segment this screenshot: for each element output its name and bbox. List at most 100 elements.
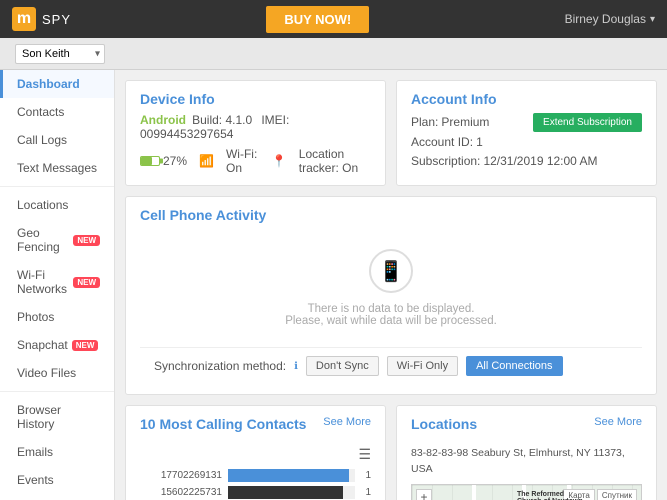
- phone-icon: 📱: [369, 249, 413, 293]
- bar-fill: [228, 486, 343, 499]
- battery-icon: [140, 156, 160, 166]
- bar-container: [228, 486, 355, 499]
- sync-label: Synchronization method:: [154, 359, 286, 373]
- account-id-value: 1: [476, 135, 483, 149]
- bar-chart: 177022691311156022257311197968718161: [140, 469, 371, 500]
- sync-option-dont-sync[interactable]: Don't Sync: [306, 356, 379, 376]
- buy-now-button[interactable]: BUY NOW!: [266, 6, 369, 33]
- map-controls: + −: [416, 489, 432, 500]
- bar-container: [228, 469, 355, 482]
- bar-label: 15602225731: [140, 487, 222, 498]
- hamburger-icon[interactable]: ☰: [140, 446, 371, 463]
- map-tab-satellite[interactable]: Спутник: [597, 489, 637, 500]
- sidebar-divider: [0, 391, 114, 392]
- cell-activity-title: Cell Phone Activity: [140, 207, 642, 223]
- device-info-details: Android Build: 4.1.0 IMEI: 0099445329765…: [140, 113, 371, 141]
- wifi-status: Wi-Fi: On: [226, 147, 260, 175]
- sidebar-item-locations[interactable]: Locations: [0, 191, 114, 219]
- subscription-date: 12/31/2019 12:00 AM: [483, 154, 597, 168]
- top-row: Device Info Android Build: 4.1.0 IMEI: 0…: [125, 80, 657, 186]
- device-info-card: Device Info Android Build: 4.1.0 IMEI: 0…: [125, 80, 386, 186]
- sidebar-label: Photos: [17, 310, 54, 324]
- location-icon: 📍: [272, 154, 287, 168]
- sync-bar: Synchronization method: ℹ Don't Sync Wi-…: [140, 347, 642, 384]
- bar-row: 17702269131 1: [140, 469, 371, 482]
- sync-option-all-connections[interactable]: All Connections: [466, 356, 562, 376]
- device-select-wrapper[interactable]: Son Keith: [15, 44, 105, 64]
- calling-contacts-card: 10 Most Calling Contacts See More ☰ 1770…: [125, 405, 386, 500]
- bar-value: 1: [365, 470, 371, 481]
- battery-pct: 27%: [163, 154, 187, 168]
- sidebar-label: Contacts: [17, 105, 64, 119]
- locations-header: Locations See More: [411, 416, 642, 438]
- main-content: Device Info Android Build: 4.1.0 IMEI: 0…: [115, 70, 667, 500]
- extend-subscription-button[interactable]: Extend Subscription: [533, 113, 642, 132]
- empty-message: There is no data to be displayed.: [160, 303, 622, 315]
- sidebar-item-text-messages[interactable]: Text Messages: [0, 154, 114, 182]
- sidebar-item-events[interactable]: Events: [0, 466, 114, 494]
- wifi-icon: 📶: [199, 154, 214, 168]
- sidebar-divider: [0, 186, 114, 187]
- bottom-row: 10 Most Calling Contacts See More ☰ 1770…: [125, 405, 657, 500]
- main-layout: Dashboard Contacts Call Logs Text Messag…: [0, 70, 667, 500]
- sidebar-item-block-websites[interactable]: Block Websites: [0, 494, 114, 500]
- calling-contacts-title: 10 Most Calling Contacts: [140, 416, 306, 432]
- account-id-label: Account ID:: [411, 135, 473, 149]
- imei-value: 00994453297654: [140, 127, 233, 141]
- device-select[interactable]: Son Keith: [15, 44, 105, 64]
- sidebar-label: Video Files: [17, 366, 76, 380]
- imei-label: IMEI:: [261, 113, 289, 127]
- bar-label: 17702269131: [140, 470, 222, 481]
- account-info-card: Account Info Extend Subscription Plan: P…: [396, 80, 657, 186]
- sidebar-label: Events: [17, 473, 54, 487]
- location-status: Location tracker: On: [299, 147, 371, 175]
- bar-row: 15602225731 1: [140, 486, 371, 499]
- sidebar-item-wifi-networks[interactable]: Wi-Fi Networks NEW: [0, 261, 114, 303]
- map-zoom-in-button[interactable]: +: [416, 489, 432, 500]
- user-menu[interactable]: Birney Douglas ▾: [565, 12, 655, 26]
- plan-label: Plan:: [411, 115, 438, 129]
- build-label: Build: 4.1.0: [192, 113, 252, 127]
- logo-icon: m: [12, 7, 36, 31]
- sync-option-wifi-only[interactable]: Wi-Fi Only: [387, 356, 458, 376]
- chevron-down-icon: ▾: [650, 14, 655, 25]
- activity-empty: 📱 There is no data to be displayed. Plea…: [140, 229, 642, 347]
- calling-contacts-see-more[interactable]: See More: [323, 416, 371, 428]
- sidebar-item-call-logs[interactable]: Call Logs: [0, 126, 114, 154]
- account-info-title: Account Info: [411, 91, 642, 107]
- map-road: [472, 485, 476, 500]
- map-label-church: The ReformedChurch of Newtown: [517, 491, 583, 500]
- sidebar-label: Locations: [17, 198, 68, 212]
- sidebar-label: Wi-Fi Networks: [17, 268, 69, 296]
- header: m SPY BUY NOW! Birney Douglas ▾: [0, 0, 667, 38]
- header-logo: m SPY: [12, 7, 71, 31]
- sync-info-icon[interactable]: ℹ: [294, 361, 298, 372]
- locations-title: Locations: [411, 416, 477, 432]
- sidebar-item-snapchat[interactable]: Snapchat NEW: [0, 331, 114, 359]
- sidebar-label: Browser History: [17, 403, 100, 431]
- map-container[interactable]: 📍 + − Карта Спутник The ReformedChurch o…: [411, 484, 642, 500]
- sidebar-item-dashboard[interactable]: Dashboard: [0, 70, 114, 98]
- sidebar-label: Geo Fencing: [17, 226, 69, 254]
- cell-activity-card: Cell Phone Activity 📱 There is no data t…: [125, 196, 657, 395]
- sidebar-item-browser-history[interactable]: Browser History: [0, 396, 114, 438]
- os-label: Android: [140, 113, 186, 127]
- sidebar-label: Snapchat: [17, 338, 68, 352]
- sidebar-item-contacts[interactable]: Contacts: [0, 98, 114, 126]
- bar-fill: [228, 469, 349, 482]
- sidebar: Dashboard Contacts Call Logs Text Messag…: [0, 70, 115, 500]
- sidebar-item-video-files[interactable]: Video Files: [0, 359, 114, 387]
- device-info-title: Device Info: [140, 91, 371, 107]
- new-badge: NEW: [73, 277, 100, 288]
- sidebar-item-emails[interactable]: Emails: [0, 438, 114, 466]
- locations-see-more[interactable]: See More: [594, 416, 642, 428]
- subscription-label: Subscription:: [411, 154, 480, 168]
- wait-message: Please, wait while data will be processe…: [160, 315, 622, 327]
- sidebar-label: Emails: [17, 445, 53, 459]
- bar-value: 1: [365, 487, 371, 498]
- sidebar-item-photos[interactable]: Photos: [0, 303, 114, 331]
- account-subscription-row: Subscription: 12/31/2019 12:00 AM: [411, 152, 642, 172]
- sidebar-item-geo-fencing[interactable]: Geo Fencing NEW: [0, 219, 114, 261]
- locations-card: Locations See More 83-82-83-98 Seabury S…: [396, 405, 657, 500]
- spy-label: SPY: [42, 12, 71, 27]
